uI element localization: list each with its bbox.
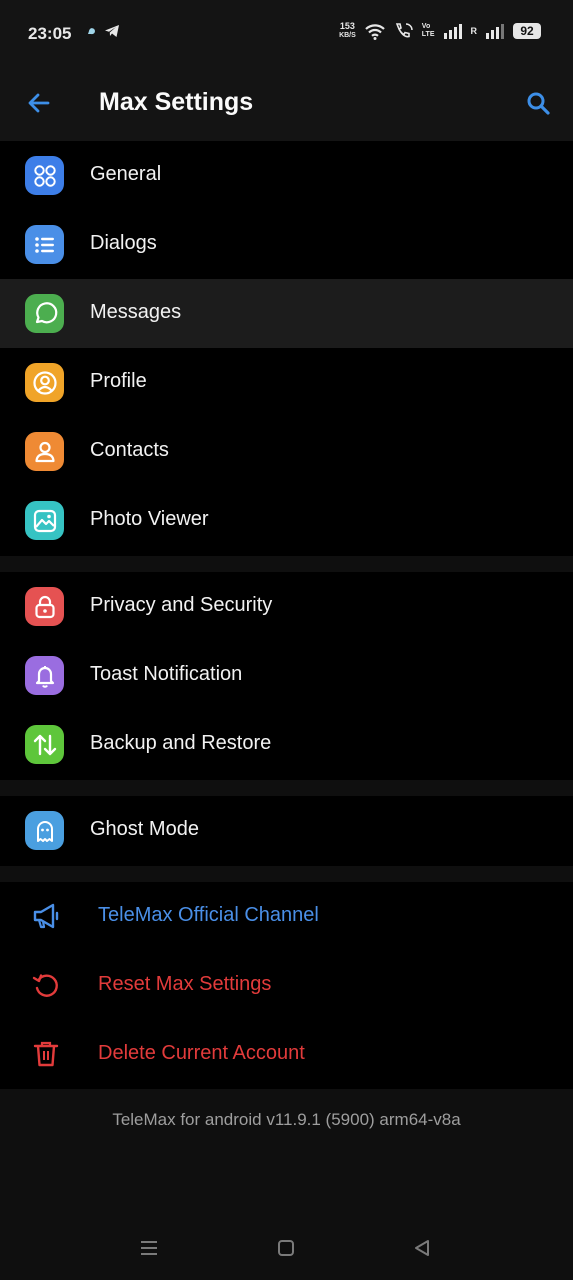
status-notification-icons	[86, 24, 120, 38]
settings-item-contacts[interactable]: Contacts	[0, 417, 573, 486]
signal-strength-icon	[443, 24, 462, 39]
settings-item-label: Messages	[90, 301, 182, 323]
settings-section-main: General Dialogs Messages Profile Contact…	[0, 141, 573, 556]
search-button[interactable]	[521, 86, 555, 120]
settings-item-dialogs[interactable]: Dialogs	[0, 210, 573, 279]
settings-item-label: Privacy and Security	[90, 594, 273, 616]
back-button[interactable]	[22, 86, 56, 120]
ghost-icon	[25, 811, 64, 850]
swap-arrows-icon	[25, 725, 64, 764]
trash-icon	[28, 1036, 64, 1072]
settings-item-profile[interactable]: Profile	[0, 348, 573, 417]
settings-item-general[interactable]: General	[0, 141, 573, 210]
net-speed-unit: KB/S	[339, 32, 356, 39]
settings-item-backup-restore[interactable]: Backup and Restore	[0, 710, 573, 779]
volte-bottom: LTE	[421, 31, 435, 38]
chat-bubble-small-icon	[88, 28, 95, 35]
home-icon[interactable]	[271, 1233, 301, 1263]
net-speed-value: 153	[339, 21, 355, 31]
search-icon	[527, 92, 550, 115]
top-app-bar: Max Settings	[0, 66, 573, 142]
settings-item-label: Delete Current Account	[98, 1042, 305, 1064]
wifi-calling-icon	[395, 23, 413, 38]
status-system-icons: 153 KB/S Vo LTE R 92	[339, 22, 541, 40]
settings-item-privacy-security[interactable]: Privacy and Security	[0, 572, 573, 641]
volte-indicator: Vo LTE	[422, 23, 435, 39]
settings-item-label: Photo Viewer	[90, 508, 209, 530]
user-circle-icon	[25, 363, 64, 402]
settings-item-photo-viewer[interactable]: Photo Viewer	[0, 486, 573, 555]
settings-item-label: Reset Max Settings	[98, 973, 272, 995]
settings-item-label: Backup and Restore	[90, 732, 272, 754]
list-icon	[25, 225, 64, 264]
settings-item-label: Dialogs	[90, 232, 157, 254]
settings-item-label: General	[90, 163, 162, 185]
settings-item-official-channel[interactable]: TeleMax Official Channel	[0, 882, 573, 951]
signal-strength-sim2-icon	[486, 24, 504, 39]
net-speed: 153 KB/S	[339, 22, 356, 40]
battery-indicator: 92	[513, 23, 541, 39]
settings-item-label: Profile	[90, 370, 147, 392]
chat-bubble-icon	[25, 294, 64, 333]
volte-top: Vo	[421, 23, 431, 30]
settings-item-delete-account[interactable]: Delete Current Account	[0, 1020, 573, 1089]
reset-icon	[28, 967, 64, 1003]
settings-item-reset-settings[interactable]: Reset Max Settings	[0, 951, 573, 1020]
arrow-left-icon	[28, 93, 50, 113]
settings-item-label: Ghost Mode	[90, 818, 199, 840]
status-bar: 23:05 153 KB/S Vo LTE R 92	[0, 0, 573, 66]
status-time: 23:05	[28, 24, 72, 43]
system-navigation-bar	[0, 1215, 573, 1280]
settings-section-privacy: Privacy and Security Toast Notification …	[0, 572, 573, 780]
lock-icon	[25, 587, 64, 626]
telegram-icon	[105, 25, 119, 37]
settings-item-messages[interactable]: Messages	[0, 279, 573, 348]
settings-item-ghost-mode[interactable]: Ghost Mode	[0, 796, 573, 865]
bell-icon	[25, 656, 64, 695]
image-icon	[25, 501, 64, 540]
megaphone-icon	[28, 898, 64, 934]
settings-item-label: TeleMax Official Channel	[98, 904, 319, 926]
person-icon	[25, 432, 64, 471]
settings-item-label: Toast Notification	[90, 663, 243, 685]
page-title: Max Settings	[99, 88, 254, 116]
settings-section-actions: TeleMax Official Channel Reset Max Setti…	[0, 882, 573, 1089]
wifi-icon	[365, 24, 385, 40]
roaming-indicator: R	[470, 26, 478, 36]
settings-section-ghost: Ghost Mode	[0, 796, 573, 866]
settings-item-label: Contacts	[90, 439, 169, 461]
menu-icon[interactable]	[134, 1233, 164, 1263]
settings-item-toast-notification[interactable]: Toast Notification	[0, 641, 573, 710]
back-triangle-icon[interactable]	[407, 1233, 437, 1263]
grid-icon	[25, 156, 64, 195]
version-text: TeleMax for android v11.9.1 (5900) arm64…	[112, 1110, 461, 1129]
